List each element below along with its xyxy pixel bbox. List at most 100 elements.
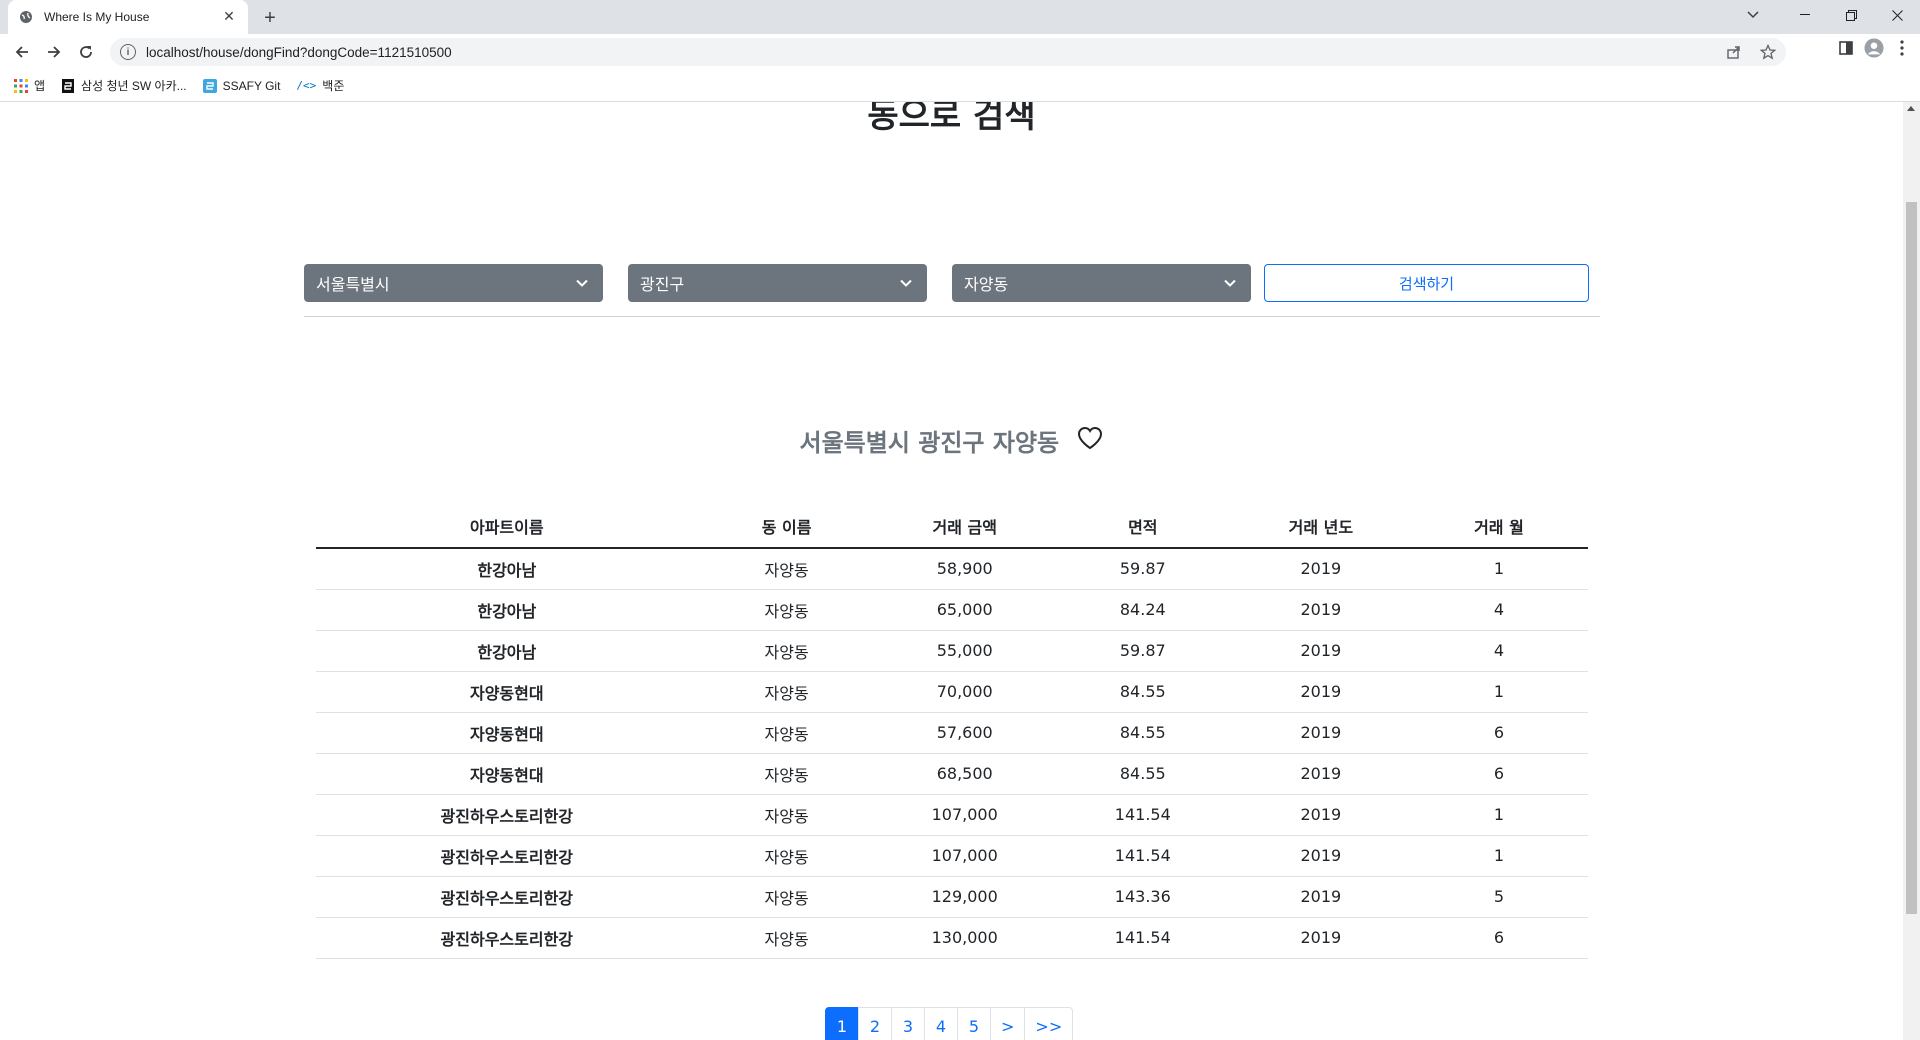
column-header: 아파트이름 (316, 504, 698, 549)
table-row[interactable]: 한강아남 자양동 58,900 59.87 2019 1 (316, 548, 1588, 590)
page-link-1[interactable]: 1 (825, 1007, 859, 1040)
table-cell: 84.24 (1053, 589, 1232, 631)
page-link-2[interactable]: 2 (858, 1007, 892, 1040)
table-cell: 5 (1409, 876, 1588, 918)
table-cell: 자양동 (697, 794, 876, 836)
table-cell: 68,500 (875, 753, 1054, 795)
table-cell: 57,600 (875, 712, 1054, 754)
table-cell: 107,000 (875, 835, 1054, 877)
page-scrollbar[interactable] (1903, 102, 1920, 1040)
bookmark-label: 백준 (322, 79, 345, 93)
table-header-row: 아파트이름 동 이름 거래 금액 면적 거래 년도 거래 월 (316, 504, 1588, 549)
table-cell: 자양동 (697, 548, 876, 590)
minimize-button[interactable] (1782, 0, 1828, 30)
table-cell: 84.55 (1053, 671, 1232, 713)
scroll-thumb[interactable] (1906, 202, 1917, 914)
restore-button[interactable] (1828, 0, 1874, 30)
table-cell: 2019 (1231, 712, 1410, 754)
table-row[interactable]: 한강아남 자양동 55,000 59.87 2019 4 (316, 630, 1588, 672)
share-icon[interactable] (1724, 42, 1744, 62)
table-cell: 6 (1409, 917, 1588, 959)
table-row[interactable]: 광진하우스토리한강 자양동 129,000 143.36 2019 5 (316, 876, 1588, 918)
page-link-3[interactable]: 3 (891, 1007, 925, 1040)
table-cell: 1 (1409, 671, 1588, 713)
column-header: 거래 금액 (875, 504, 1054, 549)
table-cell: 자양동 (697, 876, 876, 918)
table-cell: 자양동 (697, 917, 876, 959)
chevron-down-icon (576, 279, 588, 287)
bookmark-ssafy-git[interactable]: SSAFY Git (202, 78, 280, 93)
profile-avatar-icon[interactable] (1864, 38, 1884, 58)
page-link-5[interactable]: 5 (957, 1007, 991, 1040)
heart-icon[interactable] (1077, 425, 1103, 459)
bookmark-ssafy[interactable]: 삼성 청년 SW 아카... (61, 77, 187, 94)
bookmark-apps[interactable]: 앱 (14, 77, 45, 94)
table-cell: 2019 (1231, 671, 1410, 713)
side-panel-icon[interactable] (1836, 38, 1856, 58)
ssafy-logo-icon (62, 78, 75, 93)
table-cell: 2019 (1231, 630, 1410, 672)
apt-name-cell: 광진하우스토리한강 (316, 917, 698, 959)
column-header: 거래 월 (1409, 504, 1588, 549)
dong-select[interactable]: 자양동 (952, 264, 1251, 302)
table-cell: 2019 (1231, 917, 1410, 959)
page-link-4[interactable]: 4 (924, 1007, 958, 1040)
table-cell: 141.54 (1053, 794, 1232, 836)
table-cell: 6 (1409, 712, 1588, 754)
page-next-link[interactable]: > (990, 1007, 1026, 1040)
table-cell: 자양동 (697, 630, 876, 672)
table-row[interactable]: 자양동현대 자양동 70,000 84.55 2019 1 (316, 671, 1588, 713)
apt-name-cell: 한강아남 (316, 630, 698, 672)
chevron-down-icon (900, 279, 912, 287)
table-cell: 59.87 (1053, 630, 1232, 672)
table-cell: 1 (1409, 835, 1588, 877)
table-cell: 55,000 (875, 630, 1054, 672)
close-tab-icon[interactable]: ✕ (220, 8, 238, 26)
table-cell: 4 (1409, 630, 1588, 672)
table-row[interactable]: 자양동현대 자양동 68,500 84.55 2019 6 (316, 753, 1588, 795)
gugun-select[interactable]: 광진구 (628, 264, 927, 302)
code-icon: /<> (296, 78, 317, 92)
gugun-select-value: 광진구 (640, 275, 685, 294)
table-row[interactable]: 광진하우스토리한강 자양동 107,000 141.54 2019 1 (316, 835, 1588, 877)
globe-icon (18, 9, 34, 25)
close-window-button[interactable] (1874, 0, 1920, 30)
forward-icon[interactable] (40, 38, 68, 66)
bookmark-baekjoon[interactable]: /<> 백준 (296, 77, 344, 94)
table-cell: 2019 (1231, 589, 1410, 631)
sido-select[interactable]: 서울특별시 (304, 264, 603, 302)
sido-select-value: 서울특별시 (316, 275, 390, 294)
bookmark-star-icon[interactable] (1758, 42, 1778, 62)
table-row[interactable]: 광진하우스토리한강 자양동 107,000 141.54 2019 1 (316, 794, 1588, 836)
apt-name-cell: 광진하우스토리한강 (316, 835, 698, 877)
page-last-link[interactable]: >> (1024, 1007, 1074, 1040)
table-cell: 1 (1409, 794, 1588, 836)
apt-name-cell: 자양동현대 (316, 753, 698, 795)
back-icon[interactable] (8, 38, 36, 66)
url-text[interactable]: localhost/house/dongFind?dongCode=112151… (146, 45, 452, 60)
page-title: 동으로 검색 (867, 102, 1036, 136)
table-cell: 2019 (1231, 794, 1410, 836)
site-info-icon[interactable]: i (120, 44, 136, 60)
scroll-up-arrow-icon[interactable] (1907, 106, 1915, 111)
apt-name-cell: 광진하우스토리한강 (316, 876, 698, 918)
search-button[interactable]: 검색하기 (1264, 264, 1589, 302)
reload-icon[interactable] (72, 38, 100, 66)
table-row[interactable]: 자양동현대 자양동 57,600 84.55 2019 6 (316, 712, 1588, 754)
divider (304, 316, 1600, 317)
table-cell: 자양동 (697, 835, 876, 877)
table-cell: 2019 (1231, 753, 1410, 795)
tab-search-icon[interactable] (1730, 0, 1776, 30)
page-viewport: 동으로 검색 서울특별시 광진구 자양동 검색하기 서울특별시 광진구 자양동 … (0, 102, 1903, 1040)
new-tab-button[interactable]: + (258, 6, 282, 30)
dong-select-value: 자양동 (964, 275, 1009, 294)
table-cell: 4 (1409, 589, 1588, 631)
menu-kebab-icon[interactable] (1892, 38, 1912, 58)
apt-name-cell: 광진하우스토리한강 (316, 794, 698, 836)
browser-tab[interactable]: Where Is My House ✕ (8, 0, 248, 34)
table-cell: 2019 (1231, 548, 1410, 590)
table-row[interactable]: 한강아남 자양동 65,000 84.24 2019 4 (316, 589, 1588, 631)
address-bar[interactable]: i localhost/house/dongFind?dongCode=1121… (110, 38, 1786, 66)
table-row[interactable]: 광진하우스토리한강 자양동 130,000 141.54 2019 6 (316, 917, 1588, 959)
bookmark-label: 삼성 청년 SW 아카... (81, 79, 187, 93)
